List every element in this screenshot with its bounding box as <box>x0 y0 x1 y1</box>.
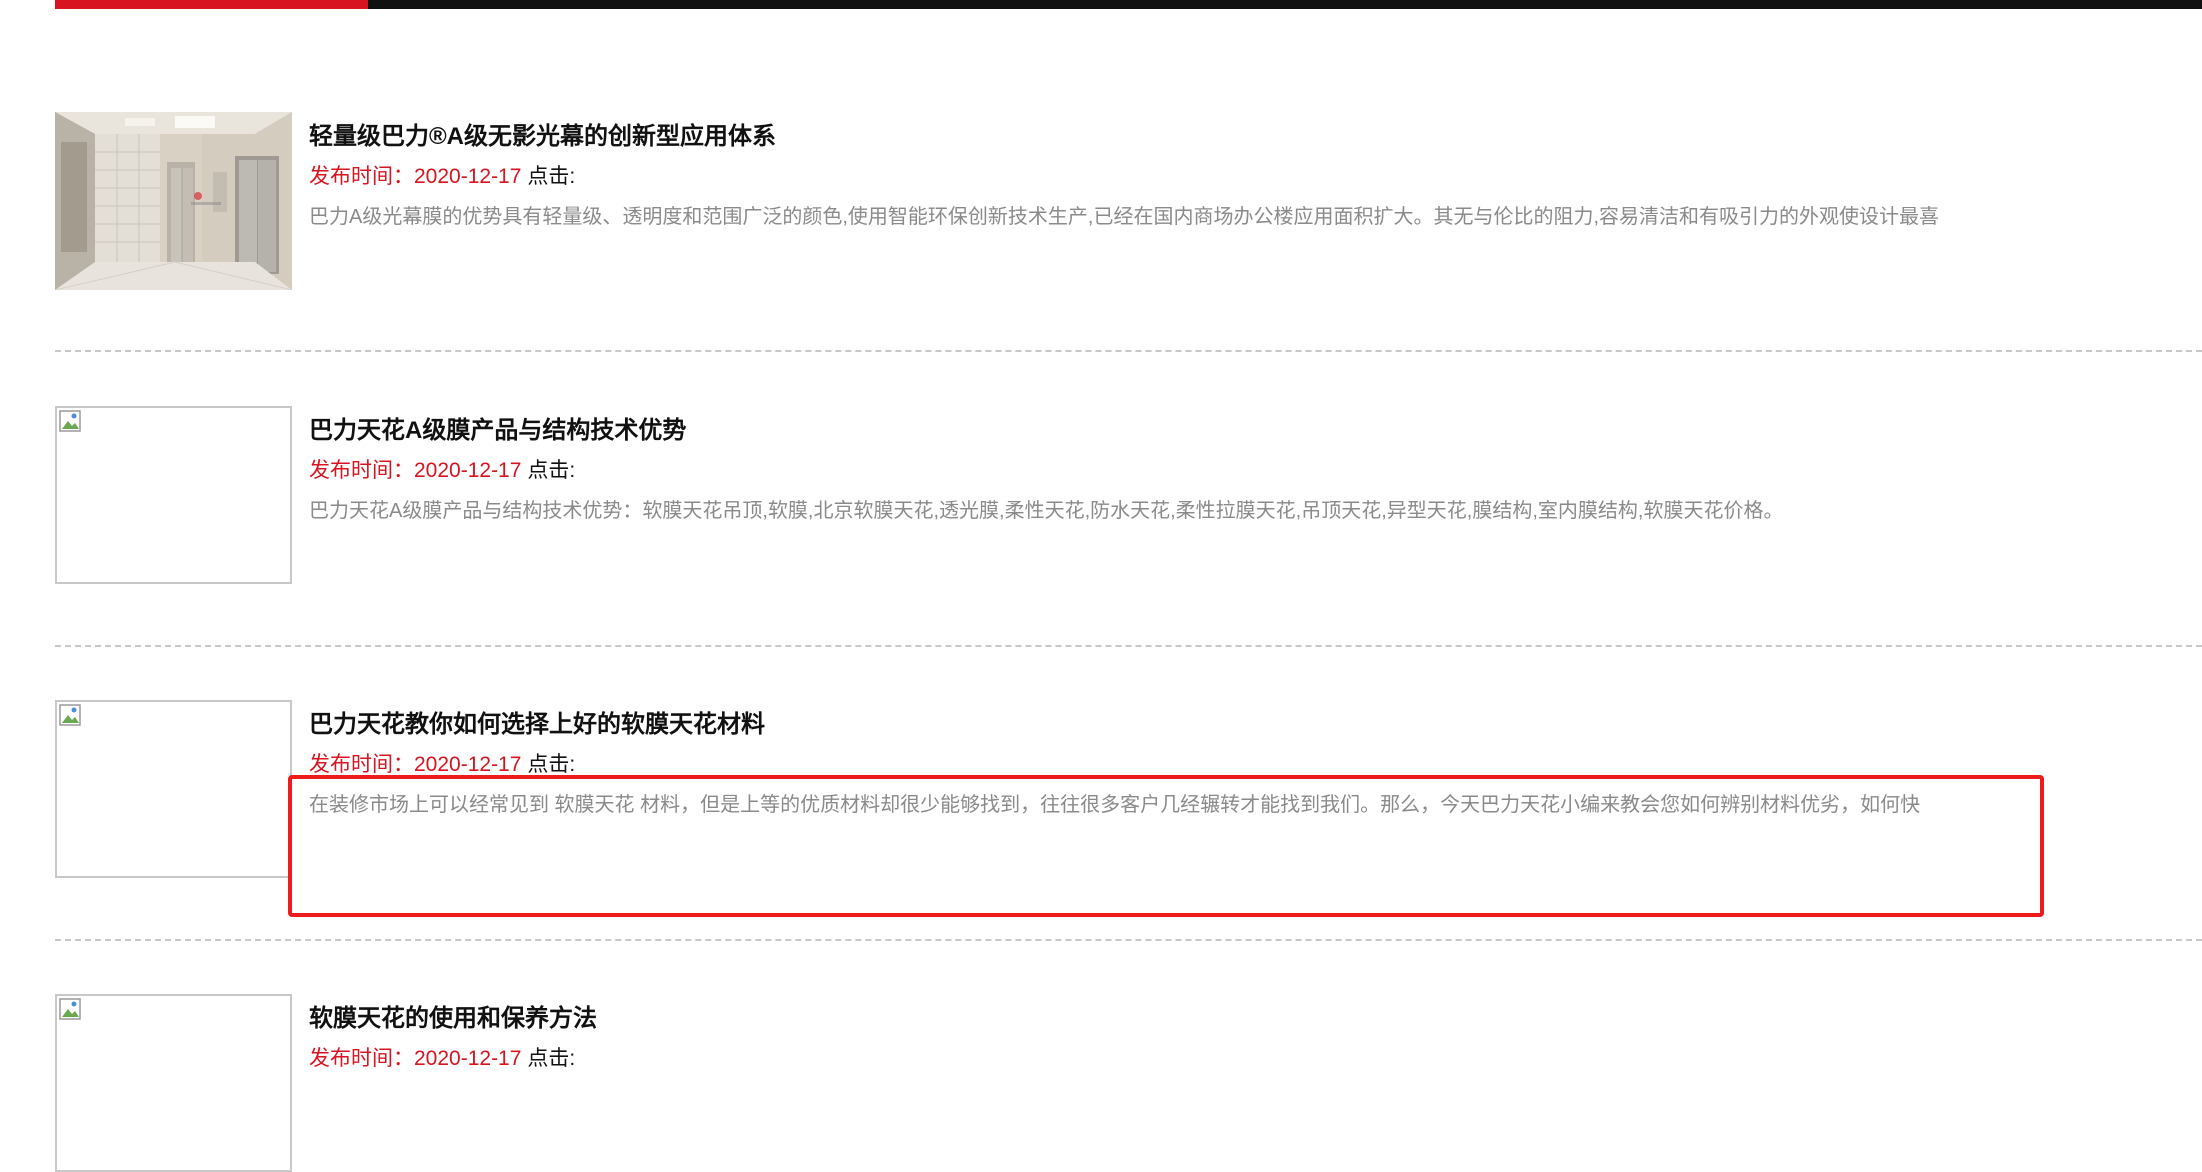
news-meta: 发布时间：2020-12-17 点击: <box>309 454 575 484</box>
dashed-divider <box>55 939 2202 941</box>
news-summary: 巴力A级光幕膜的优势具有轻量级、透明度和范围广泛的颜色,使用智能环保创新技术生产… <box>309 206 1940 228</box>
news-thumbnail[interactable] <box>55 994 292 1172</box>
clicks-label: 点击: <box>527 753 576 776</box>
publish-date: 2020-12-17 <box>414 1047 522 1070</box>
news-meta: 发布时间：2020-12-17 点击: <box>309 748 575 778</box>
date-label: 发布时间： <box>309 165 414 188</box>
news-title[interactable]: 巴力天花A级膜产品与结构技术优势 <box>309 410 686 445</box>
dashed-divider <box>55 645 2202 647</box>
highlight-box <box>288 775 2044 917</box>
clicks-label: 点击: <box>527 1047 576 1070</box>
news-title[interactable]: 轻量级巴力®A级无影光幕的创新型应用体系 <box>309 116 776 151</box>
news-thumbnail[interactable] <box>55 700 292 878</box>
news-meta: 发布时间：2020-12-17 点击: <box>309 160 575 190</box>
clicks-label: 点击: <box>527 459 576 482</box>
broken-image-icon <box>59 704 81 726</box>
elevator-lobby-photo <box>55 112 292 290</box>
top-border-bar <box>55 0 2202 9</box>
publish-date: 2020-12-17 <box>414 165 522 188</box>
top-border-accent <box>55 0 368 9</box>
date-label: 发布时间： <box>309 753 414 776</box>
publish-date: 2020-12-17 <box>414 753 522 776</box>
dashed-divider <box>55 350 2202 352</box>
news-thumbnail[interactable] <box>55 406 292 584</box>
news-summary: 巴力天花A级膜产品与结构技术优势：软膜天花吊顶,软膜,北京软膜天花,透光膜,柔性… <box>309 500 1784 522</box>
news-title[interactable]: 软膜天花的使用和保养方法 <box>309 998 597 1033</box>
date-label: 发布时间： <box>309 1047 414 1070</box>
broken-image-icon <box>59 998 81 1020</box>
broken-image-icon <box>59 410 81 432</box>
clicks-label: 点击: <box>527 165 576 188</box>
news-thumbnail[interactable] <box>55 112 292 290</box>
publish-date: 2020-12-17 <box>414 459 522 482</box>
news-title[interactable]: 巴力天花教你如何选择上好的软膜天花材料 <box>309 704 765 739</box>
date-label: 发布时间： <box>309 459 414 482</box>
